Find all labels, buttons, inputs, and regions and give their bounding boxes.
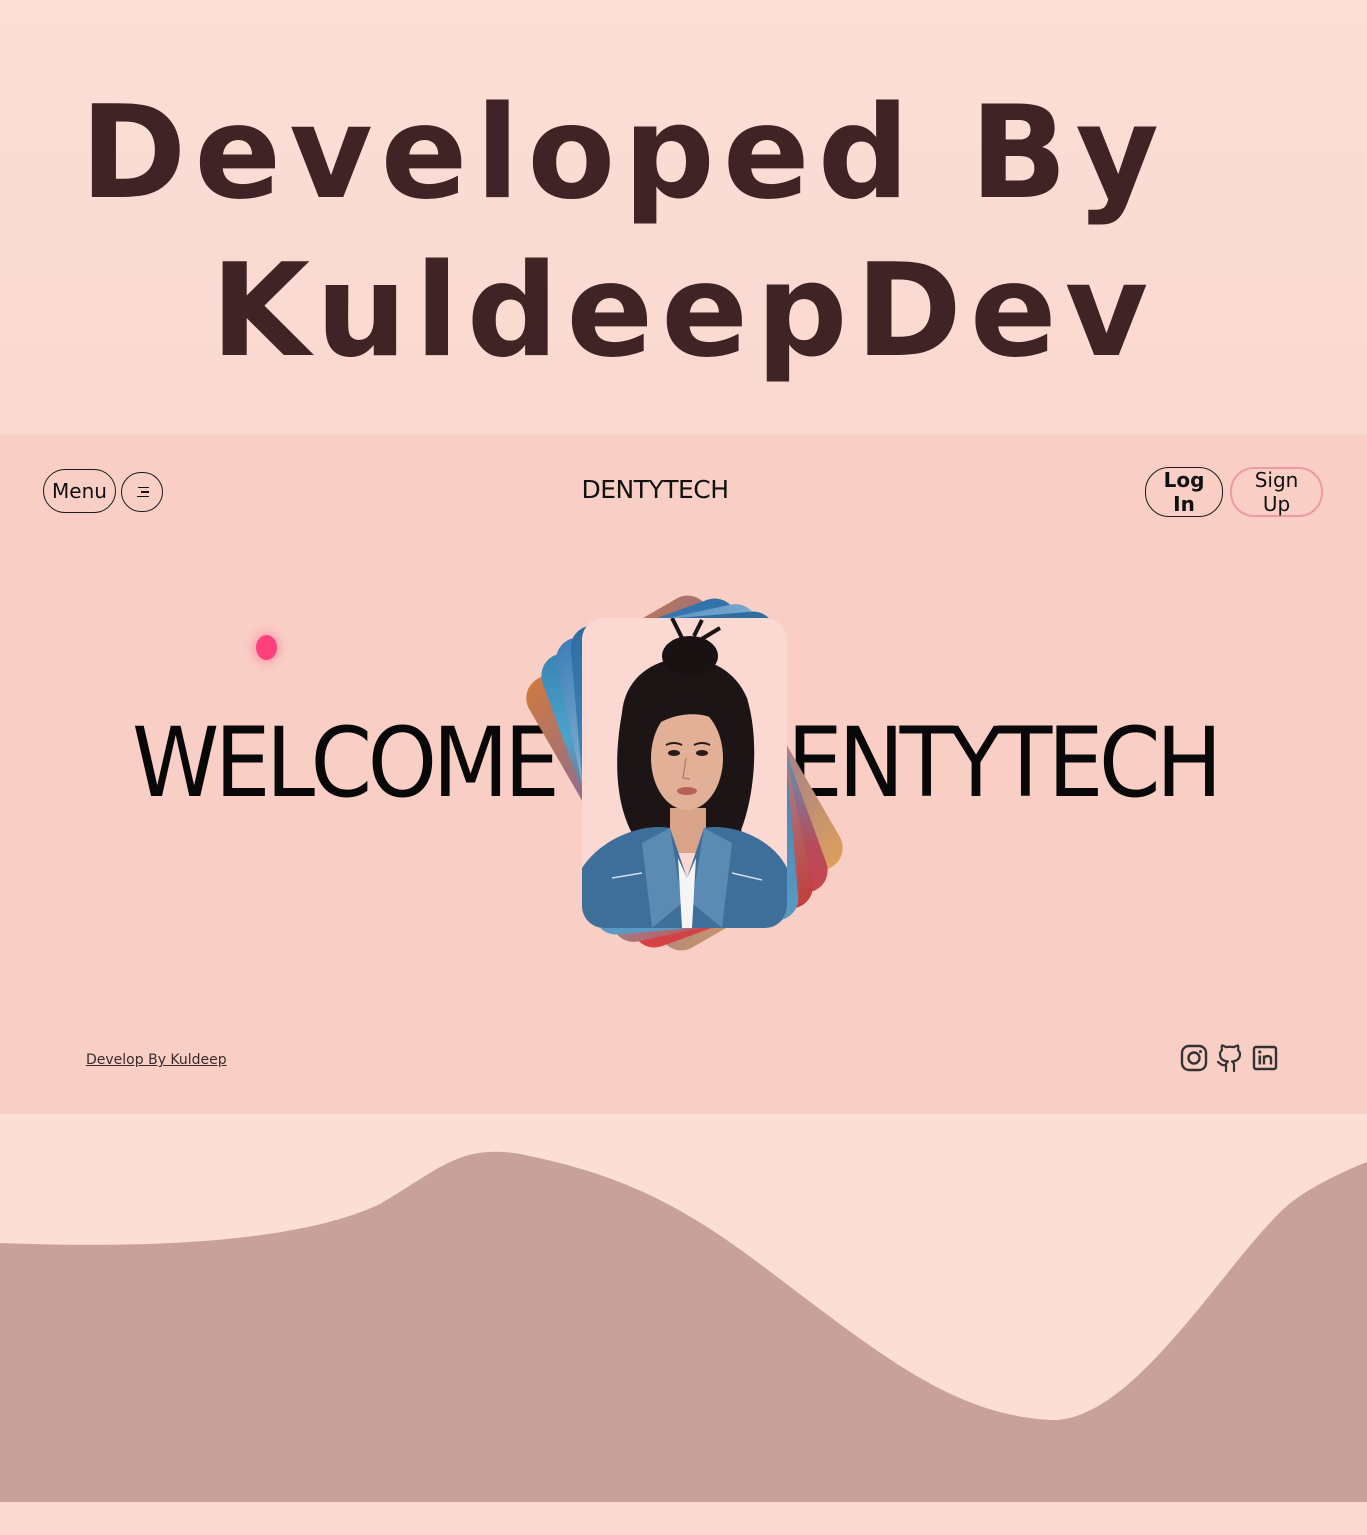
banner-title-line1: Developed By	[80, 79, 1167, 228]
hero-text-right: ENTYTECH	[787, 707, 1222, 819]
instagram-icon[interactable]	[1180, 1043, 1208, 1073]
brand-logo[interactable]: DENTYTECH	[0, 475, 1310, 504]
cursor-dot	[256, 635, 277, 660]
github-icon[interactable]	[1216, 1043, 1244, 1073]
decorative-waves	[0, 1114, 1367, 1535]
app-window: Menu DENTYTECH Log In Sign Up WELCOME EN…	[0, 435, 1367, 1115]
linkedin-icon[interactable]	[1251, 1043, 1279, 1073]
hero-text-left: WELCOME	[132, 707, 560, 819]
banner-title-line2: KuldeepDev	[210, 237, 1157, 386]
login-button[interactable]: Log In	[1145, 467, 1223, 517]
image-card-stack[interactable]	[518, 587, 851, 959]
promo-banner: Developed By KuldeepDev	[0, 0, 1367, 435]
signup-button[interactable]: Sign Up	[1230, 467, 1323, 517]
credit-link[interactable]: Develop By Kuldeep	[86, 1052, 227, 1068]
portrait-photo	[582, 618, 787, 928]
